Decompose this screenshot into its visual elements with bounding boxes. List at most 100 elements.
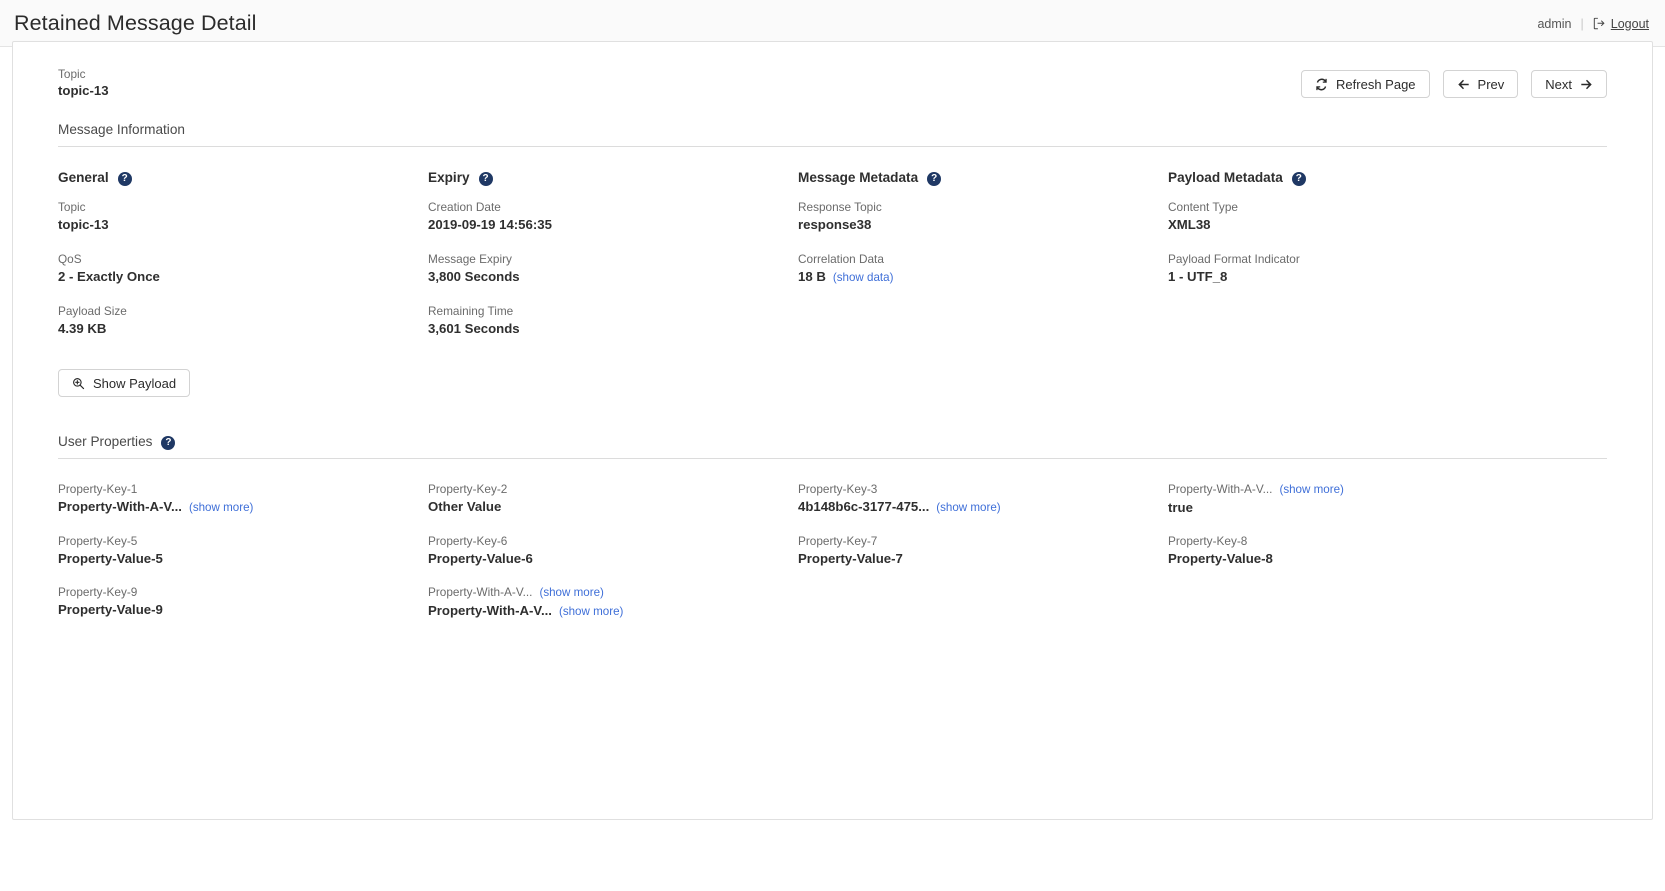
property-item: Property-Key-6 Property-Value-6	[428, 533, 798, 568]
property-key-row: Property-Key-1	[58, 481, 428, 497]
property-value: Other Value	[428, 499, 502, 514]
property-key-row: Property-With-A-V... (show more)	[428, 584, 798, 601]
refresh-page-button[interactable]: Refresh Page	[1301, 70, 1430, 98]
field-message-expiry: Message Expiry 3,800 Seconds	[428, 251, 798, 286]
field-payload-size: Payload Size 4.39 KB	[58, 303, 428, 338]
field-content-type-label: Content Type	[1168, 200, 1238, 214]
property-value: Property-Value-9	[58, 602, 163, 617]
question-mark-icon[interactable]: ?	[478, 171, 493, 186]
field-response-topic-label: Response Topic	[798, 200, 882, 214]
property-key: Property-With-A-V...	[1168, 482, 1273, 496]
show-more-link[interactable]: (show more)	[1279, 482, 1343, 498]
property-value-row: Property-Value-6	[428, 549, 798, 568]
column-message-metadata-title: Message Metadata	[798, 170, 919, 185]
field-content-type-value: XML38	[1168, 217, 1211, 232]
property-key: Property-Key-7	[798, 534, 878, 548]
field-remaining-time-label: Remaining Time	[428, 304, 514, 318]
property-item: Property-Key-1 Property-With-A-V... (sho…	[58, 481, 428, 517]
field-qos-label: QoS	[58, 252, 82, 266]
field-payload-format-indicator-value: 1 - UTF_8	[1168, 269, 1228, 284]
user-properties-grid: Property-Key-1 Property-With-A-V... (sho…	[45, 481, 1620, 621]
property-value-row: Property-Value-7	[798, 549, 1168, 568]
message-information-section: Message Information	[45, 122, 1620, 147]
property-value-row: Other Value	[428, 497, 798, 516]
field-message-expiry-label: Message Expiry	[428, 252, 512, 266]
page-title: Retained Message Detail	[14, 10, 257, 35]
field-topic: Topic topic-13	[58, 199, 428, 234]
column-message-metadata-header: Message Metadata ?	[798, 170, 1168, 186]
property-value: Property-With-A-V...	[428, 603, 552, 618]
topic-header: Topic topic-13	[58, 66, 109, 100]
property-value: Property-Value-6	[428, 551, 533, 566]
field-correlation-data-value-row: 18 B (show data)	[798, 267, 1168, 287]
property-item: Property-Key-9 Property-Value-9	[58, 584, 428, 621]
field-creation-date: Creation Date 2019-09-19 14:56:35	[428, 199, 798, 234]
top-bar: Retained Message Detail admin | Logout	[0, 0, 1665, 47]
question-mark-icon[interactable]: ?	[1291, 171, 1306, 186]
arrow-right-icon	[1580, 78, 1593, 91]
property-item: Property-Key-5 Property-Value-5	[58, 533, 428, 568]
property-key-row: Property-Key-7	[798, 533, 1168, 549]
property-value: Property-With-A-V...	[58, 499, 182, 514]
field-remaining-time-value: 3,601 Seconds	[428, 321, 520, 336]
user-properties-title-row: User Properties ?	[58, 434, 1607, 459]
property-value-row: Property-Value-8	[1168, 549, 1538, 568]
column-expiry-header: Expiry ?	[428, 170, 798, 186]
column-payload-metadata: Payload Metadata ? Content Type XML38 Pa…	[1168, 147, 1538, 355]
property-value: Property-Value-8	[1168, 551, 1273, 566]
property-value: true	[1168, 500, 1193, 515]
property-value-row: Property-With-A-V... (show more)	[428, 601, 798, 621]
field-correlation-data-value: 18 B	[798, 269, 826, 284]
field-topic-value: topic-13	[58, 217, 109, 232]
property-key: Property-Key-6	[428, 534, 508, 548]
property-item: Property-Key-3 4b148b6c-3177-475... (sho…	[798, 481, 1168, 517]
next-label: Next	[1545, 76, 1572, 92]
column-message-metadata: Message Metadata ? Response Topic respon…	[798, 147, 1168, 355]
question-mark-icon[interactable]: ?	[927, 171, 942, 186]
show-data-link[interactable]: (show data)	[833, 268, 894, 287]
field-correlation-data: Correlation Data 18 B (show data)	[798, 251, 1168, 287]
property-key-row: Property-Key-8	[1168, 533, 1538, 549]
question-mark-icon[interactable]: ?	[117, 171, 132, 186]
property-value: 4b148b6c-3177-475...	[798, 499, 930, 514]
property-key: Property-Key-8	[1168, 534, 1248, 548]
field-payload-format-indicator-label: Payload Format Indicator	[1168, 252, 1300, 266]
column-payload-metadata-title: Payload Metadata	[1168, 170, 1283, 185]
field-creation-date-label: Creation Date	[428, 200, 501, 214]
property-key-row: Property-Key-2	[428, 481, 798, 497]
show-payload-button[interactable]: Show Payload	[58, 369, 191, 397]
property-value: Property-Value-5	[58, 551, 163, 566]
show-more-link[interactable]: (show more)	[189, 498, 253, 517]
logout-icon	[1593, 17, 1606, 30]
property-value-row: Property-Value-5	[58, 549, 428, 568]
message-information-title-row: Message Information	[58, 122, 1607, 147]
property-item: Property-Key-2 Other Value	[428, 481, 798, 517]
column-expiry: Expiry ? Creation Date 2019-09-19 14:56:…	[428, 147, 798, 355]
property-item: Property-Key-7 Property-Value-7	[798, 533, 1168, 568]
top-bar-right: admin | Logout	[1537, 0, 1649, 47]
next-button[interactable]: Next	[1531, 70, 1607, 98]
show-more-link[interactable]: (show more)	[936, 498, 1000, 517]
property-key-row: Property-Key-9	[58, 584, 428, 600]
detail-card: Topic topic-13 Refresh Page Prev Next Me…	[12, 41, 1653, 820]
property-key-row: Property-Key-3	[798, 481, 1168, 497]
prev-label: Prev	[1477, 76, 1505, 92]
field-payload-size-label: Payload Size	[58, 304, 127, 318]
field-qos-value: 2 - Exactly Once	[58, 269, 160, 284]
logout-button[interactable]: Logout	[1593, 17, 1649, 31]
field-response-topic: Response Topic response38	[798, 199, 1168, 234]
property-item: Property-With-A-V... (show more) Propert…	[428, 584, 798, 621]
show-payload-label: Show Payload	[93, 375, 177, 391]
current-user-label: admin	[1537, 16, 1572, 31]
prev-button[interactable]: Prev	[1442, 70, 1519, 98]
property-key-row: Property-With-A-V... (show more)	[1168, 481, 1538, 498]
show-more-link[interactable]: (show more)	[559, 602, 623, 621]
field-topic-label: Topic	[58, 200, 86, 214]
property-value-row: Property-With-A-V... (show more)	[58, 497, 428, 517]
property-key-row: Property-Key-6	[428, 533, 798, 549]
show-more-link[interactable]: (show more)	[539, 585, 603, 601]
question-mark-icon[interactable]: ?	[161, 435, 176, 450]
message-information-grid: General ? Topic topic-13 QoS 2 - Exactly…	[45, 147, 1620, 355]
pagination-toolbar: Refresh Page Prev Next	[1301, 70, 1607, 98]
topic-toolbar-row: Topic topic-13 Refresh Page Prev Next	[45, 66, 1620, 100]
